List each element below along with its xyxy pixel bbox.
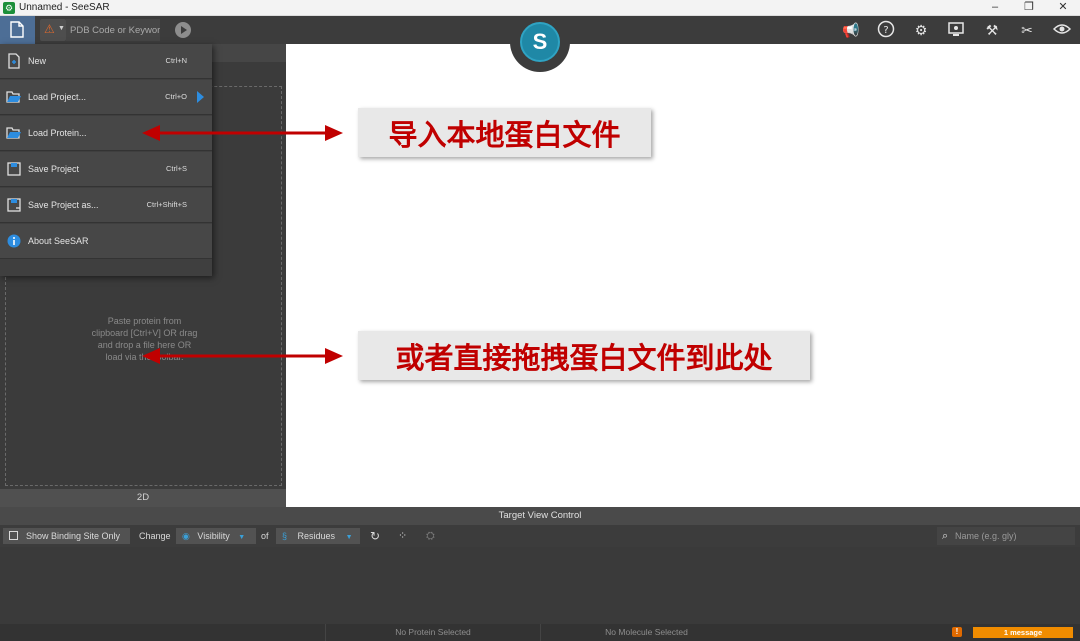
pdb-search-input[interactable]	[66, 19, 160, 41]
view-eye-icon[interactable]	[1052, 20, 1072, 40]
target-view-control-header: Target View Control	[0, 507, 1080, 525]
title-bar: ⚙ Unnamed - SeeSAR – ❐ ✕	[0, 0, 1080, 16]
menu-item-save-project[interactable]: Save Project Ctrl+S	[0, 152, 212, 187]
seesar-app: ⚙ Unnamed - SeeSAR – ❐ ✕ ⚠ ▼ 📢 ? ⚙ ⚒	[0, 0, 1080, 641]
warning-icon: !	[952, 627, 962, 637]
file-menu-button[interactable]	[0, 16, 35, 44]
reset-rotate-icon[interactable]: ↻	[370, 528, 380, 544]
chevron-down-icon: ▼	[58, 25, 65, 32]
status-bar: No Protein Selected No Molecule Selected…	[0, 624, 1080, 641]
open-folder-icon	[6, 91, 21, 103]
window-title: Unnamed - SeeSAR	[19, 2, 110, 13]
help-icon[interactable]: ?	[876, 20, 896, 40]
display-monitor-icon[interactable]	[946, 20, 966, 40]
change-label: Change	[139, 531, 171, 541]
double-arrow-icon	[142, 348, 343, 364]
database-source-button[interactable]: ⚠ ▼	[40, 19, 66, 41]
settings-gear-icon[interactable]: ⚙	[911, 20, 931, 40]
residue-list-area	[0, 547, 1080, 624]
save-disk-icon	[7, 162, 21, 176]
molecule-status: No Molecule Selected	[540, 624, 752, 641]
warning-triangle-icon: ⚠	[44, 22, 55, 36]
submenu-arrow-icon	[197, 91, 204, 103]
surface-dots-icon[interactable]: ⁘	[398, 528, 407, 544]
protein-status: No Protein Selected	[325, 624, 540, 641]
target-view-toolbar: Show Binding Site Only Change ◉ Visibili…	[0, 525, 1080, 547]
search-icon: ⌕	[942, 530, 949, 542]
svg-text:?: ?	[883, 25, 888, 36]
info-icon	[7, 234, 21, 248]
messages-badge[interactable]: 1 message	[973, 627, 1073, 638]
of-label: of	[261, 531, 269, 541]
residue-name-search-input[interactable]	[937, 527, 1075, 545]
callout-load-protein: 导入本地蛋白文件	[358, 108, 651, 157]
double-arrow-icon	[142, 125, 343, 141]
filter-disabled-icon: ⛭	[426, 530, 435, 542]
chevron-down-icon: ▼	[345, 534, 353, 541]
menu-item-new[interactable]: New Ctrl+N	[0, 44, 212, 79]
save-as-disk-icon	[7, 198, 21, 212]
callout-drag-drop: 或者直接拖拽蛋白文件到此处	[358, 331, 810, 380]
minimize-button[interactable]: –	[978, 0, 1012, 16]
window-controls: – ❐ ✕	[978, 0, 1080, 16]
menu-item-about[interactable]: About SeeSAR	[0, 224, 212, 259]
search-go-button[interactable]	[175, 22, 191, 38]
binding-site-icon	[9, 531, 18, 540]
seesar-app-icon: ⚙	[3, 1, 15, 14]
visibility-dropdown[interactable]: ◉ Visibility ▼	[176, 528, 256, 544]
wrench-icon[interactable]: ✂	[1017, 20, 1037, 40]
tools-icon[interactable]: ⚒	[982, 20, 1002, 40]
menu-item-save-project-as[interactable]: Save Project as... Ctrl+Shift+S	[0, 188, 212, 223]
seesar-logo-icon: S	[520, 22, 560, 62]
menu-item-load-project[interactable]: Load Project... Ctrl+O	[0, 80, 212, 115]
show-binding-site-button[interactable]: Show Binding Site Only	[3, 528, 130, 544]
file-dropdown-menu: New Ctrl+N Load Project... Ctrl+O Load P…	[0, 44, 212, 276]
chevron-down-icon: ▼	[238, 534, 246, 541]
open-folder-icon	[6, 127, 21, 139]
file-icon	[10, 21, 24, 38]
residue-chain-icon: §	[282, 531, 288, 541]
residues-dropdown[interactable]: § Residues ▼	[276, 528, 360, 544]
eye-icon: ◉	[182, 531, 190, 541]
tab-2d[interactable]: 2D	[0, 489, 286, 507]
new-file-icon	[8, 53, 20, 69]
restore-button[interactable]: ❐	[1012, 0, 1046, 16]
announcement-icon[interactable]: 📢	[841, 20, 861, 40]
close-button[interactable]: ✕	[1046, 0, 1080, 16]
